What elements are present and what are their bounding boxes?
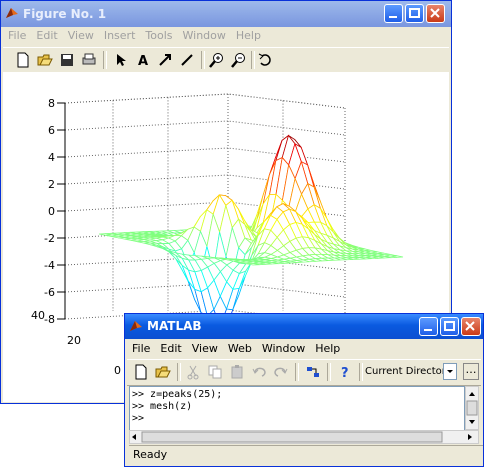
line-icon[interactable]: [179, 52, 195, 68]
command-line: >> z=peaks(25);: [132, 389, 223, 400]
figure-toolbar: A: [3, 47, 449, 73]
new-icon[interactable]: [133, 364, 149, 380]
menu-edit[interactable]: Edit: [31, 27, 62, 44]
horizontal-scrollbar[interactable]: [129, 430, 479, 444]
arrow-line-icon[interactable]: [157, 52, 173, 68]
current-directory-label: Current Directory:: [365, 366, 455, 377]
zoom-in-icon[interactable]: [209, 52, 225, 68]
z-gridline: [64, 93, 346, 109]
scroll-arrows-icon: [466, 392, 478, 424]
matlab-menubar: File Edit View Web Window Help: [127, 340, 481, 358]
close-icon: [465, 321, 475, 331]
menu-edit[interactable]: Edit: [155, 340, 186, 357]
menu-window[interactable]: Window: [257, 340, 310, 357]
close-icon: [430, 8, 440, 18]
help-icon[interactable]: ?: [337, 364, 353, 380]
new-icon[interactable]: [15, 52, 31, 68]
z-tick-label: -2: [44, 232, 55, 245]
copy-icon: [208, 365, 222, 379]
maximize-button[interactable]: [405, 4, 424, 23]
menu-file[interactable]: File: [3, 27, 31, 44]
z-tick-label: 0: [48, 205, 55, 218]
print-icon[interactable]: [81, 52, 97, 68]
z-gridline: [64, 120, 346, 136]
z-tick-label: 8: [48, 97, 55, 110]
menu-web[interactable]: Web: [223, 340, 257, 357]
text-icon[interactable]: A: [135, 52, 151, 68]
vertical-scrollbar[interactable]: [465, 386, 479, 430]
matlab-title: MATLAB: [147, 319, 202, 333]
menu-window[interactable]: Window: [178, 27, 231, 44]
maximize-button[interactable]: [440, 317, 459, 336]
z-tick-label: 6: [48, 124, 55, 137]
menu-file[interactable]: File: [127, 340, 155, 357]
menu-view[interactable]: View: [63, 27, 99, 44]
minimize-button[interactable]: [419, 317, 438, 336]
matlab-window: MATLAB File Edit View Web Window Help ? Curre…: [124, 313, 484, 467]
z-tick-label: -4: [44, 259, 55, 272]
menu-view[interactable]: View: [187, 340, 223, 357]
command-line: >> mesh(z): [132, 401, 193, 412]
command-line: >>: [132, 413, 151, 424]
svg-text:A: A: [138, 54, 148, 68]
cut-icon: [187, 365, 199, 380]
x-tick-label: 20: [67, 334, 81, 347]
close-button[interactable]: [426, 4, 445, 23]
matlab-logo-icon: [6, 8, 18, 18]
minimize-button[interactable]: [384, 4, 403, 23]
browse-directory-button[interactable]: …: [463, 363, 479, 380]
matlab-logo-icon: [130, 321, 142, 331]
z-tick-label: 2: [48, 178, 55, 191]
menu-help[interactable]: Help: [231, 27, 266, 44]
z-tick-label: -6: [44, 286, 55, 299]
status-bar: Ready: [129, 445, 483, 464]
rotate-icon[interactable]: [257, 52, 273, 68]
redo-icon: [274, 367, 288, 377]
simulink-icon[interactable]: [305, 364, 321, 380]
x-tick-label: 0: [114, 364, 121, 377]
svg-text:?: ?: [341, 366, 349, 380]
z-tick-label: 4: [48, 151, 55, 164]
current-directory-select[interactable]: [443, 363, 457, 380]
undo-icon: [252, 367, 266, 377]
matlab-toolbar: ? Current Directory: …: [127, 359, 481, 386]
matlab-titlebar[interactable]: MATLAB: [125, 314, 483, 339]
zoom-out-icon[interactable]: [231, 52, 247, 68]
save-icon[interactable]: [59, 52, 75, 68]
status-text: Ready: [133, 448, 168, 461]
open-icon[interactable]: [37, 52, 53, 68]
maximize-icon: [409, 8, 420, 18]
minimize-icon: [389, 16, 397, 18]
figure-menubar: File Edit View Insert Tools Window Help: [3, 27, 449, 45]
z-tick-label: -8: [44, 313, 55, 326]
minimize-icon: [424, 329, 432, 331]
arrow-icon[interactable]: [113, 52, 129, 68]
menu-help[interactable]: Help: [310, 340, 345, 357]
menu-tools[interactable]: Tools: [140, 27, 177, 44]
scroll-arrows-icon: [132, 431, 472, 443]
x-tick-label: 40: [31, 309, 45, 322]
maximize-icon: [444, 321, 455, 331]
close-button[interactable]: [461, 317, 481, 336]
chevron-down-icon: [447, 370, 453, 373]
paste-icon: [231, 365, 243, 379]
open-icon[interactable]: [155, 364, 171, 380]
figure-title: Figure No. 1: [23, 7, 107, 21]
figure-titlebar[interactable]: Figure No. 1: [1, 1, 451, 27]
menu-insert[interactable]: Insert: [99, 27, 141, 44]
